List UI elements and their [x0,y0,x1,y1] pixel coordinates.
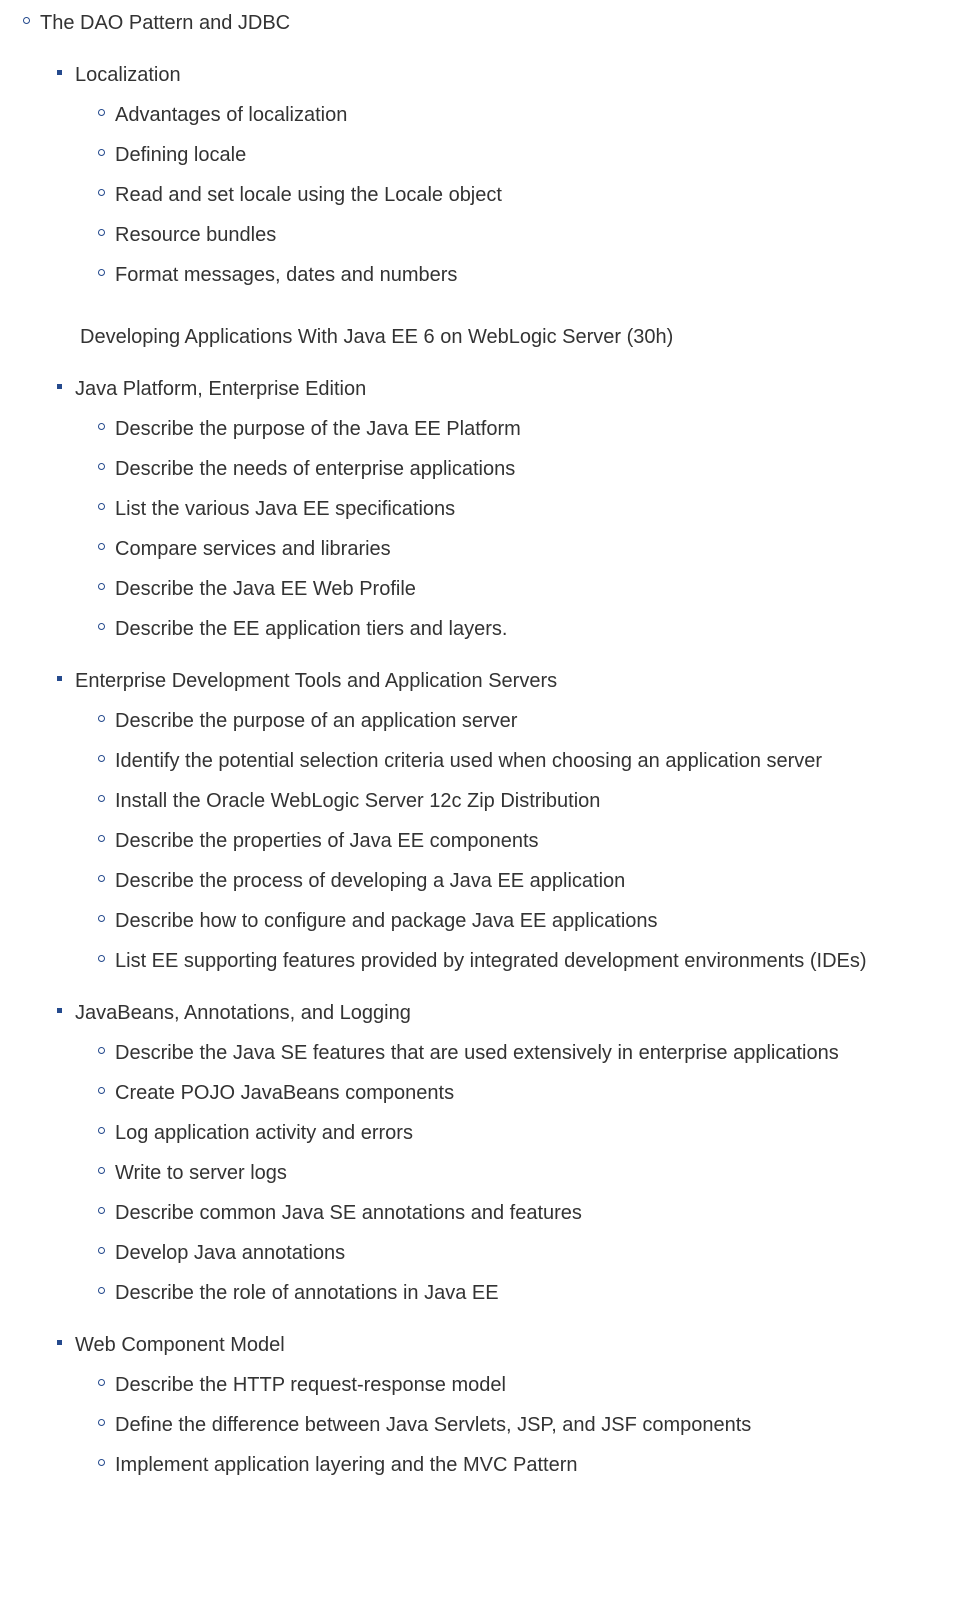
list-item: Write to server logs [115,1156,960,1190]
sub-list: Describe the Java SE features that are u… [75,1036,960,1310]
list-item: Resource bundles [115,218,960,252]
orphan-sublist: The DAO Pattern and JDBC [0,6,960,40]
item-text: Describe the role of annotations in Java… [115,1282,499,1304]
list-item: List the various Java EE specifications [115,492,960,526]
list-item: Describe the HTTP request-response model [115,1368,960,1402]
item-text: Identify the potential selection criteri… [115,750,822,772]
sub-list: Describe the purpose of an application s… [75,704,960,978]
item-text: Describe the Java SE features that are u… [115,1042,839,1064]
item-text: Develop Java annotations [115,1242,345,1264]
list-item: Define the difference between Java Servl… [115,1408,960,1442]
item-text: Format messages, dates and numbers [115,264,457,286]
list-item: Describe the Java SE features that are u… [115,1036,960,1070]
item-text: Log application activity and errors [115,1122,413,1144]
item-text: Write to server logs [115,1162,287,1184]
item-text: List the various Java EE specifications [115,498,455,520]
item-text: Describe common Java SE annotations and … [115,1202,582,1224]
list-item: Describe the EE application tiers and la… [115,612,960,646]
item-text: Describe the HTTP request-response model [115,1374,506,1396]
list-item: Describe the role of annotations in Java… [115,1276,960,1310]
document-page: The DAO Pattern and JDBC Localization Adv… [0,6,960,1540]
list-item: The DAO Pattern and JDBC [40,6,960,40]
item-text: Describe the purpose of an application s… [115,710,517,732]
item-text: Define the difference between Java Servl… [115,1414,751,1436]
list-item: Defining locale [115,138,960,172]
list-item: Describe common Java SE annotations and … [115,1196,960,1230]
list-item: Describe the purpose of the Java EE Plat… [115,412,960,446]
item-text: Describe the Java EE Web Profile [115,578,416,600]
item-text: Install the Oracle WebLogic Server 12c Z… [115,790,600,812]
list-item: Identify the potential selection criteri… [115,744,960,778]
item-text: Read and set locale using the Locale obj… [115,184,502,206]
item-text: Advantages of localization [115,104,347,126]
list-item: Describe the Java EE Web Profile [115,572,960,606]
list-item: Create POJO JavaBeans components [115,1076,960,1110]
list-item: Log application activity and errors [115,1116,960,1150]
section-item: Localization Advantages of localization De… [75,58,960,292]
section-title: Localization [75,64,181,86]
item-text: Describe the purpose of the Java EE Plat… [115,418,521,440]
list-item: Compare services and libraries [115,532,960,566]
item-text: The DAO Pattern and JDBC [40,12,290,34]
list-item: Describe how to configure and package Ja… [115,904,960,938]
list-item: Advantages of localization [115,98,960,132]
heading-text: Developing Applications With Java EE 6 o… [80,326,673,348]
list-item: Describe the properties of Java EE compo… [115,824,960,858]
list-item: Install the Oracle WebLogic Server 12c Z… [115,784,960,818]
item-text: Describe the EE application tiers and la… [115,618,507,640]
section-title: JavaBeans, Annotations, and Logging [75,1002,411,1024]
item-text: Describe how to configure and package Ja… [115,910,658,932]
section-heading: Developing Applications With Java EE 6 o… [80,320,960,354]
sub-list: Advantages of localization Defining local… [75,98,960,292]
list-item: Format messages, dates and numbers [115,258,960,292]
list-item: Describe the needs of enterprise applica… [115,452,960,486]
item-text: List EE supporting features provided by … [115,950,867,972]
list-item: Describe the purpose of an application s… [115,704,960,738]
list-item: Describe the process of developing a Jav… [115,864,960,898]
item-text: Describe the needs of enterprise applica… [115,458,515,480]
item-text: Compare services and libraries [115,538,391,560]
section-item: Java Platform, Enterprise Edition Describ… [75,372,960,646]
section-title: Java Platform, Enterprise Edition [75,378,366,400]
item-text: Describe the process of developing a Jav… [115,870,625,892]
list-item: Implement application layering and the M… [115,1448,960,1482]
item-text: Create POJO JavaBeans components [115,1082,454,1104]
sub-list: Describe the purpose of the Java EE Plat… [75,412,960,646]
sub-list: Describe the HTTP request-response model… [75,1368,960,1482]
outline-list-pre: Localization Advantages of localization De… [0,58,960,292]
outline-list-post: Java Platform, Enterprise Edition Describ… [0,372,960,1482]
item-text: Resource bundles [115,224,276,246]
section-item: Web Component Model Describe the HTTP req… [75,1328,960,1482]
section-item: Enterprise Development Tools and Applica… [75,664,960,978]
item-text: Describe the properties of Java EE compo… [115,830,539,852]
item-text: Implement application layering and the M… [115,1454,577,1476]
list-item: Develop Java annotations [115,1236,960,1270]
item-text: Defining locale [115,144,246,166]
section-item: JavaBeans, Annotations, and Logging Descr… [75,996,960,1310]
section-title: Web Component Model [75,1334,285,1356]
list-item: List EE supporting features provided by … [115,944,960,978]
section-title: Enterprise Development Tools and Applica… [75,670,557,692]
list-item: Read and set locale using the Locale obj… [115,178,960,212]
